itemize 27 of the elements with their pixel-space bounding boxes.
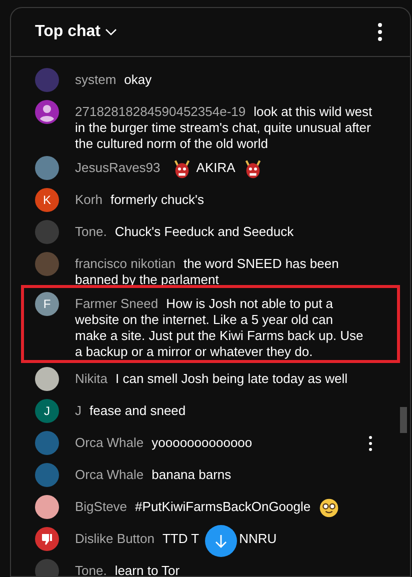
ogre-emoji-icon — [172, 158, 192, 179]
message-text: AKIRA — [196, 160, 236, 175]
chat-message: Tone. learn to Tor — [75, 563, 180, 576]
author-name: BigSteve — [75, 499, 128, 514]
author-name: JesusRaves93 — [75, 160, 160, 175]
message-text: TTD T — [162, 531, 200, 546]
chat-message: Farmer Sneed How is Josh not able to put a website on the internet. Like a 5 year old can make a site. Just put the Kiwi Farms back up. Use a backup or a mirror or whatever they do. — [75, 296, 364, 360]
top-chat-dropdown[interactable]: Top chat — [35, 20, 118, 44]
nerd-face-emoji-icon — [318, 498, 339, 518]
message-text: #PutKiwiFarmsBackOnGoogle — [135, 499, 311, 514]
ogre-emoji-icon — [243, 158, 264, 179]
chat-message: 27182818284590452354e-19 look at this wild west in the burger time stream's chat, quite unusual after the cultured norm of the old world — [75, 104, 374, 152]
chat-message: Orca Whale banana barns — [75, 467, 232, 483]
scrollbar-thumb[interactable] — [400, 407, 407, 433]
author-name: Dislike Button — [75, 531, 154, 546]
letter-avatar: F — [35, 292, 59, 316]
letter-avatar: K — [35, 188, 59, 212]
scroll-down-button[interactable] — [205, 525, 238, 557]
message-text: NNRU — [239, 531, 277, 546]
chat-message: J fease and sneed — [75, 403, 186, 419]
chat-message: Tone. Chuck's Feeduck and Seeduck — [75, 224, 294, 240]
chat-message: Korh formerly chuck's — [75, 192, 204, 208]
arrow-down-icon — [213, 533, 230, 549]
letter-avatar: J — [35, 399, 59, 423]
chat-message: Orca Whale yooooooooooooo — [75, 435, 252, 451]
chat-message: Nikita I can smell Josh being late today as well — [75, 371, 348, 387]
chat-message: system okay — [75, 72, 152, 88]
